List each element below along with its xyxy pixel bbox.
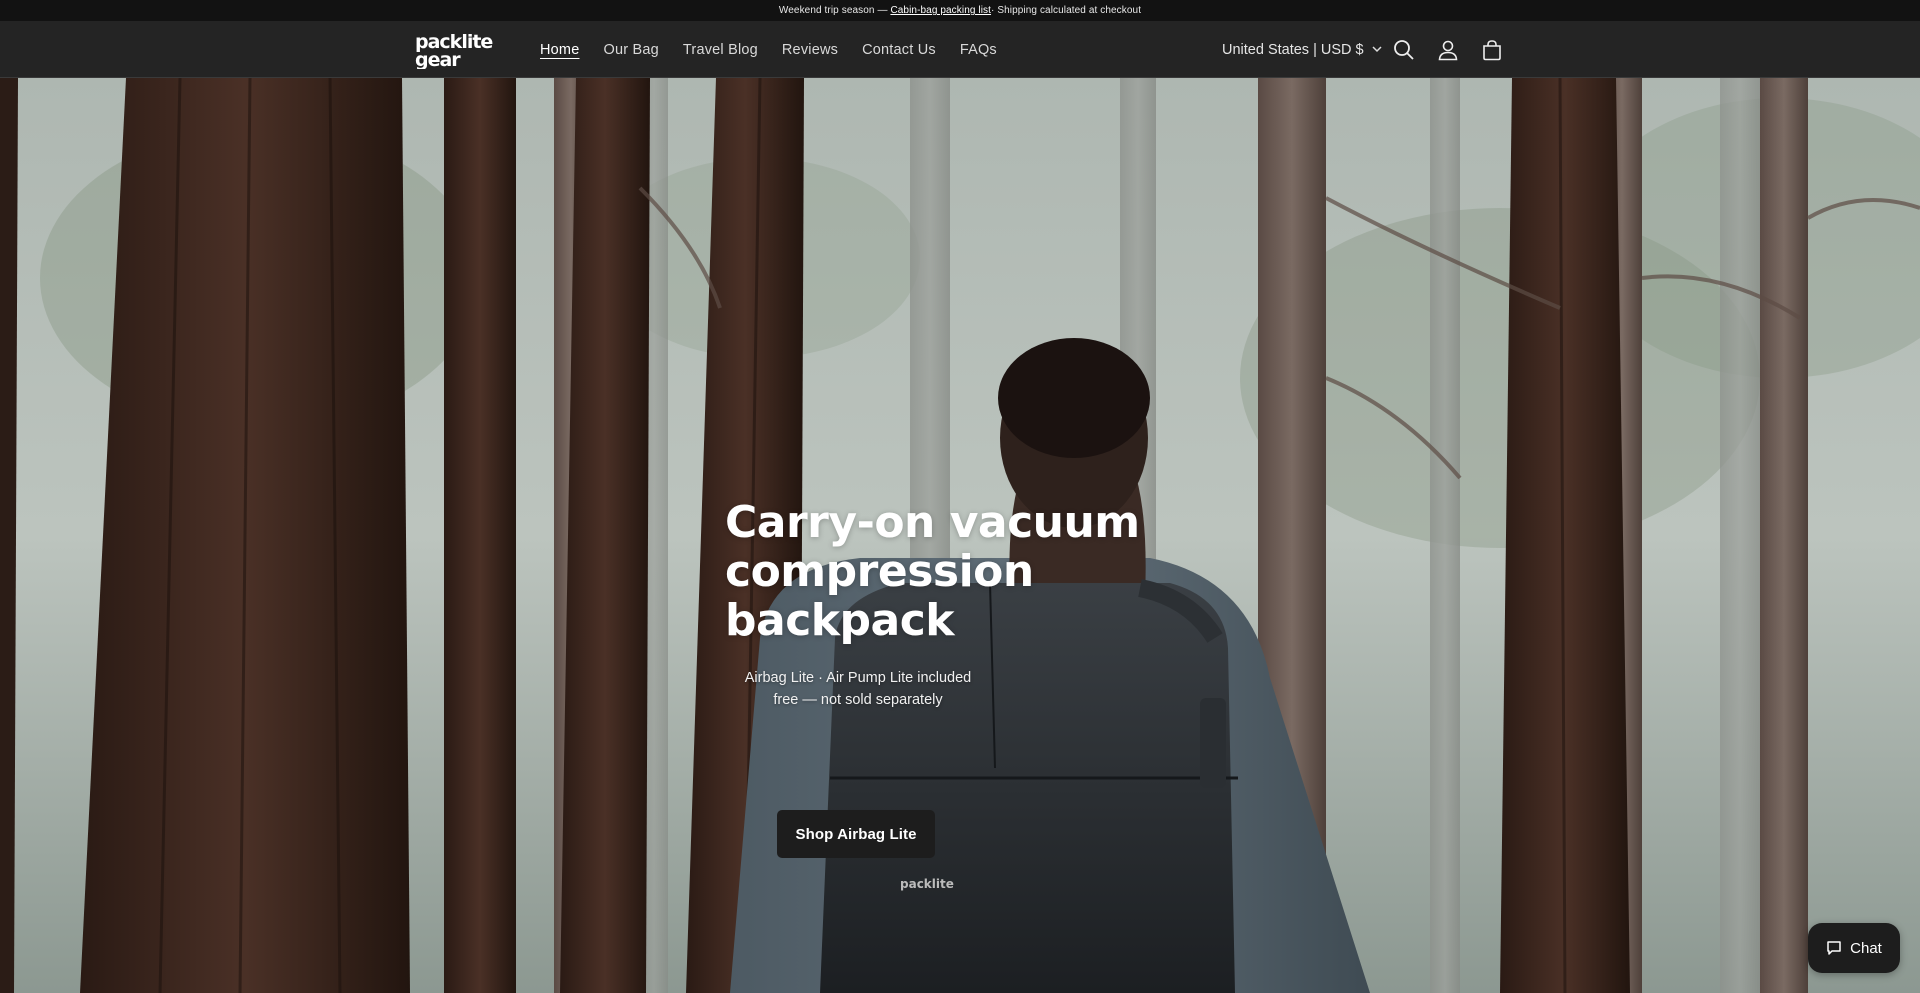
- packing-list-link[interactable]: Cabin-bag packing list: [890, 5, 991, 16]
- search-icon: [1394, 40, 1414, 60]
- hero-subtitle: Airbag Lite · Air Pump Lite included fre…: [744, 670, 972, 708]
- chat-bubble-icon: [1827, 941, 1841, 955]
- announcement-suffix: · Shipping calculated at checkout: [991, 5, 1142, 16]
- account-icon: [1438, 40, 1458, 61]
- nav-contact-us[interactable]: Contact Us: [862, 38, 936, 62]
- shop-airbag-lite-button[interactable]: Shop Airbag Lite: [777, 810, 935, 858]
- chevron-down-icon: [1372, 46, 1382, 53]
- hero-content: Carry-on vacuum compression backpack Air…: [725, 497, 1185, 858]
- hero-banner: packlite Carry-on vacuum compression bac…: [0, 78, 1920, 993]
- svg-text:gear: gear: [415, 49, 461, 69]
- nav-our-bag[interactable]: Our Bag: [603, 38, 658, 62]
- announcement-prefix: Weekend trip season —: [778, 5, 888, 16]
- site-header: packlite gear Home Our Bag Travel Blog R…: [0, 21, 1920, 78]
- search-button[interactable]: [1391, 37, 1417, 63]
- svg-text:packlite: packlite: [900, 877, 954, 891]
- country-currency-selector[interactable]: United States | USD $: [1222, 21, 1382, 78]
- chat-label: Chat: [1850, 939, 1882, 957]
- cart-icon: [1483, 40, 1501, 61]
- chat-button[interactable]: Chat: [1808, 923, 1900, 973]
- nav-home[interactable]: Home: [540, 38, 579, 62]
- announcement-bar: Weekend trip season — Cabin-bag packing …: [0, 0, 1920, 21]
- nav-reviews[interactable]: Reviews: [782, 38, 838, 62]
- brand-logo[interactable]: packlite gear: [414, 29, 496, 69]
- cart-button[interactable]: [1479, 37, 1505, 63]
- nav-faqs[interactable]: FAQs: [960, 38, 997, 62]
- nav-travel-blog[interactable]: Travel Blog: [683, 38, 758, 62]
- account-button[interactable]: [1435, 37, 1461, 63]
- hero-title: Carry-on vacuum compression backpack: [725, 497, 1140, 646]
- locale-label: United States | USD $: [1222, 41, 1364, 58]
- main-nav: Home Our Bag Travel Blog Reviews Contact…: [540, 21, 1021, 78]
